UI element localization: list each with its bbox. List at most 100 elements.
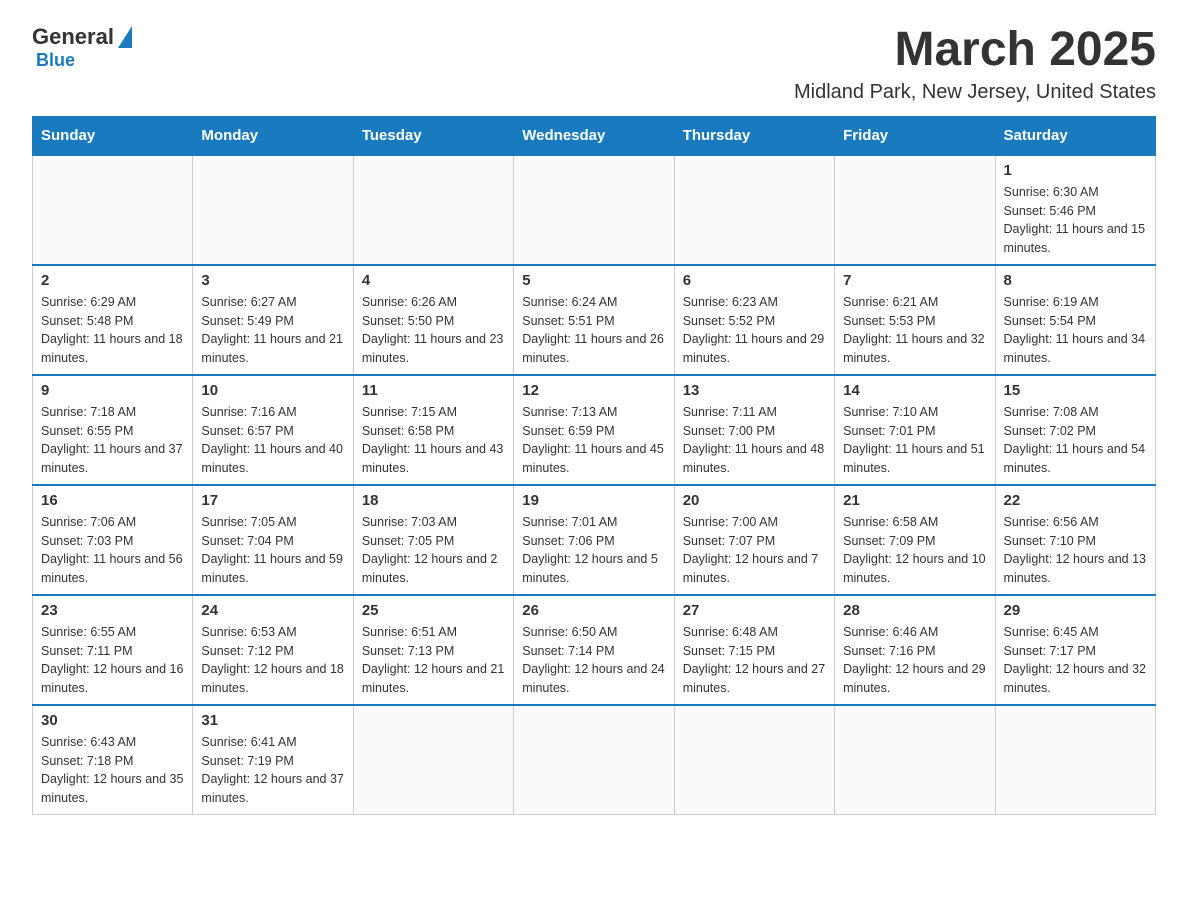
day-info: Sunrise: 6:24 AMSunset: 5:51 PMDaylight:… bbox=[522, 293, 665, 368]
calendar-cell: 27Sunrise: 6:48 AMSunset: 7:15 PMDayligh… bbox=[674, 595, 834, 705]
day-info: Sunrise: 6:30 AMSunset: 5:46 PMDaylight:… bbox=[1004, 183, 1147, 258]
day-number: 26 bbox=[522, 602, 665, 619]
calendar-cell bbox=[835, 155, 995, 265]
calendar-cell: 12Sunrise: 7:13 AMSunset: 6:59 PMDayligh… bbox=[514, 375, 674, 485]
day-info: Sunrise: 7:08 AMSunset: 7:02 PMDaylight:… bbox=[1004, 403, 1147, 478]
calendar-cell: 19Sunrise: 7:01 AMSunset: 7:06 PMDayligh… bbox=[514, 485, 674, 595]
calendar-week-row: 1Sunrise: 6:30 AMSunset: 5:46 PMDaylight… bbox=[33, 155, 1156, 265]
title-section: March 2025 Midland Park, New Jersey, Uni… bbox=[794, 24, 1156, 104]
day-number: 11 bbox=[362, 382, 505, 399]
calendar-cell: 5Sunrise: 6:24 AMSunset: 5:51 PMDaylight… bbox=[514, 265, 674, 375]
location-title: Midland Park, New Jersey, United States bbox=[794, 81, 1156, 104]
day-info: Sunrise: 6:58 AMSunset: 7:09 PMDaylight:… bbox=[843, 513, 986, 588]
logo: General Blue bbox=[32, 24, 132, 71]
calendar-cell bbox=[514, 705, 674, 815]
calendar-week-row: 23Sunrise: 6:55 AMSunset: 7:11 PMDayligh… bbox=[33, 595, 1156, 705]
calendar-table: SundayMondayTuesdayWednesdayThursdayFrid… bbox=[32, 116, 1156, 815]
day-number: 20 bbox=[683, 492, 826, 509]
calendar-week-row: 9Sunrise: 7:18 AMSunset: 6:55 PMDaylight… bbox=[33, 375, 1156, 485]
day-number: 28 bbox=[843, 602, 986, 619]
day-info: Sunrise: 6:23 AMSunset: 5:52 PMDaylight:… bbox=[683, 293, 826, 368]
calendar-cell: 16 Sunrise: 7:06 AMSunset: 7:03 PMDayligh… bbox=[33, 485, 193, 595]
day-number: 30 bbox=[41, 712, 184, 729]
calendar-cell: 18Sunrise: 7:03 AMSunset: 7:05 PMDayligh… bbox=[353, 485, 513, 595]
day-info: Sunrise: 7:15 AMSunset: 6:58 PMDaylight:… bbox=[362, 403, 505, 478]
day-number: 13 bbox=[683, 382, 826, 399]
day-number: 31 bbox=[201, 712, 344, 729]
day-info: Sunrise: 6:29 AMSunset: 5:48 PMDaylight:… bbox=[41, 293, 184, 368]
day-number: 25 bbox=[362, 602, 505, 619]
day-number: 23 bbox=[41, 602, 184, 619]
day-number: 29 bbox=[1004, 602, 1147, 619]
day-info: Sunrise: 6:46 AMSunset: 7:16 PMDaylight:… bbox=[843, 623, 986, 698]
calendar-cell: 13 Sunrise: 7:11 AMSunset: 7:00 PMDayligh… bbox=[674, 375, 834, 485]
day-number: 8 bbox=[1004, 272, 1147, 289]
calendar-cell: 24 Sunrise: 6:53 AMSunset: 7:12 PMDayligh… bbox=[193, 595, 353, 705]
day-number: 2 bbox=[41, 272, 184, 289]
day-info: Sunrise: 7:11 AMSunset: 7:00 PMDaylight:… bbox=[683, 403, 826, 478]
logo-general-text: General bbox=[32, 24, 114, 50]
calendar-header-row: SundayMondayTuesdayWednesdayThursdayFrid… bbox=[33, 116, 1156, 155]
calendar-cell: 31 Sunrise: 6:41 AMSunset: 7:19 PMDayligh… bbox=[193, 705, 353, 815]
day-info: Sunrise: 7:01 AMSunset: 7:06 PMDaylight:… bbox=[522, 513, 665, 588]
day-number: 12 bbox=[522, 382, 665, 399]
calendar-cell: 11 Sunrise: 7:15 AMSunset: 6:58 PMDayligh… bbox=[353, 375, 513, 485]
day-info: Sunrise: 6:19 AMSunset: 5:54 PMDaylight:… bbox=[1004, 293, 1147, 368]
day-number: 3 bbox=[201, 272, 344, 289]
day-number: 27 bbox=[683, 602, 826, 619]
day-number: 15 bbox=[1004, 382, 1147, 399]
day-number: 7 bbox=[843, 272, 986, 289]
weekday-header-monday: Monday bbox=[193, 116, 353, 155]
calendar-cell: 14Sunrise: 7:10 AMSunset: 7:01 PMDayligh… bbox=[835, 375, 995, 485]
calendar-cell: 25 Sunrise: 6:51 AMSunset: 7:13 PMDayligh… bbox=[353, 595, 513, 705]
calendar-cell bbox=[995, 705, 1155, 815]
calendar-cell bbox=[514, 155, 674, 265]
calendar-week-row: 16 Sunrise: 7:06 AMSunset: 7:03 PMDayligh… bbox=[33, 485, 1156, 595]
calendar-cell: 20 Sunrise: 7:00 AMSunset: 7:07 PMDayligh… bbox=[674, 485, 834, 595]
calendar-cell: 26 Sunrise: 6:50 AMSunset: 7:14 PMDayligh… bbox=[514, 595, 674, 705]
calendar-cell: 22Sunrise: 6:56 AMSunset: 7:10 PMDayligh… bbox=[995, 485, 1155, 595]
calendar-cell: 10 Sunrise: 7:16 AMSunset: 6:57 PMDayligh… bbox=[193, 375, 353, 485]
day-info: Sunrise: 7:00 AMSunset: 7:07 PMDaylight:… bbox=[683, 513, 826, 588]
calendar-cell bbox=[835, 705, 995, 815]
day-info: Sunrise: 6:21 AMSunset: 5:53 PMDaylight:… bbox=[843, 293, 986, 368]
day-number: 14 bbox=[843, 382, 986, 399]
calendar-cell: 21 Sunrise: 6:58 AMSunset: 7:09 PMDayligh… bbox=[835, 485, 995, 595]
day-info: Sunrise: 6:45 AMSunset: 7:17 PMDaylight:… bbox=[1004, 623, 1147, 698]
weekday-header-friday: Friday bbox=[835, 116, 995, 155]
day-number: 16 bbox=[41, 492, 184, 509]
calendar-cell: 17 Sunrise: 7:05 AMSunset: 7:04 PMDayligh… bbox=[193, 485, 353, 595]
day-number: 4 bbox=[362, 272, 505, 289]
day-info: Sunrise: 6:41 AMSunset: 7:19 PMDaylight:… bbox=[201, 733, 344, 808]
weekday-header-wednesday: Wednesday bbox=[514, 116, 674, 155]
day-number: 17 bbox=[201, 492, 344, 509]
day-number: 10 bbox=[201, 382, 344, 399]
calendar-cell: 29 Sunrise: 6:45 AMSunset: 7:17 PMDayligh… bbox=[995, 595, 1155, 705]
day-info: Sunrise: 7:18 AMSunset: 6:55 PMDaylight:… bbox=[41, 403, 184, 478]
day-info: Sunrise: 7:05 AMSunset: 7:04 PMDaylight:… bbox=[201, 513, 344, 588]
day-info: Sunrise: 6:53 AMSunset: 7:12 PMDaylight:… bbox=[201, 623, 344, 698]
day-info: Sunrise: 6:50 AMSunset: 7:14 PMDaylight:… bbox=[522, 623, 665, 698]
day-info: Sunrise: 7:06 AMSunset: 7:03 PMDaylight:… bbox=[41, 513, 184, 588]
day-number: 22 bbox=[1004, 492, 1147, 509]
calendar-week-row: 30 Sunrise: 6:43 AMSunset: 7:18 PMDayligh… bbox=[33, 705, 1156, 815]
calendar-cell: 1Sunrise: 6:30 AMSunset: 5:46 PMDaylight… bbox=[995, 155, 1155, 265]
day-number: 24 bbox=[201, 602, 344, 619]
day-info: Sunrise: 6:43 AMSunset: 7:18 PMDaylight:… bbox=[41, 733, 184, 808]
calendar-cell: 6 Sunrise: 6:23 AMSunset: 5:52 PMDaylight… bbox=[674, 265, 834, 375]
calendar-cell: 8 Sunrise: 6:19 AMSunset: 5:54 PMDaylight… bbox=[995, 265, 1155, 375]
weekday-header-tuesday: Tuesday bbox=[353, 116, 513, 155]
calendar-cell bbox=[33, 155, 193, 265]
day-number: 6 bbox=[683, 272, 826, 289]
calendar-week-row: 2 Sunrise: 6:29 AMSunset: 5:48 PMDaylight… bbox=[33, 265, 1156, 375]
day-info: Sunrise: 6:51 AMSunset: 7:13 PMDaylight:… bbox=[362, 623, 505, 698]
calendar-cell: 2 Sunrise: 6:29 AMSunset: 5:48 PMDaylight… bbox=[33, 265, 193, 375]
calendar-cell: 28 Sunrise: 6:46 AMSunset: 7:16 PMDayligh… bbox=[835, 595, 995, 705]
weekday-header-saturday: Saturday bbox=[995, 116, 1155, 155]
page-header: General Blue March 2025 Midland Park, Ne… bbox=[32, 24, 1156, 104]
day-number: 21 bbox=[843, 492, 986, 509]
day-info: Sunrise: 7:03 AMSunset: 7:05 PMDaylight:… bbox=[362, 513, 505, 588]
day-info: Sunrise: 7:16 AMSunset: 6:57 PMDaylight:… bbox=[201, 403, 344, 478]
logo-triangle-icon bbox=[118, 26, 132, 48]
day-info: Sunrise: 6:27 AMSunset: 5:49 PMDaylight:… bbox=[201, 293, 344, 368]
